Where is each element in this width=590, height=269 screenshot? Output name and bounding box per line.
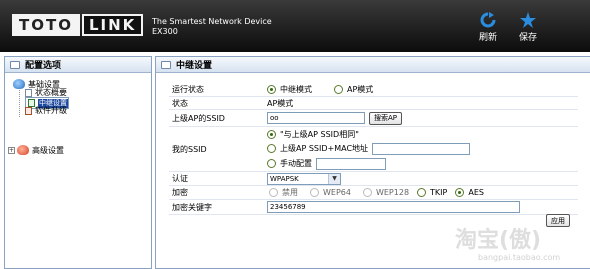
my-ssid-label: 我的SSID	[172, 144, 207, 154]
enc-disabled-label: 禁用	[282, 188, 298, 197]
key-input[interactable]: 23456789	[267, 201, 520, 213]
run-status-label: 运行状态	[172, 85, 204, 94]
ssid-manual-input[interactable]	[316, 157, 386, 170]
save-button[interactable]: 保存	[510, 12, 546, 43]
tagline: The Smartest Network Device EX300	[152, 17, 272, 37]
nav-tree: 基础设置 状态概要 中继设置 软件升级 + 高级设置	[5, 73, 151, 155]
run-status-row: 运行状态 中继模式 AP模式	[169, 83, 578, 97]
model-name: EX300	[152, 27, 178, 36]
window-icon	[161, 60, 171, 69]
ap-mode-label: AP模式	[347, 85, 374, 94]
relay-mode-radio[interactable]	[267, 85, 276, 94]
app-header: TOTO LINK The Smartest Network Device EX…	[0, 0, 590, 52]
ssid-manual-radio[interactable]	[267, 159, 276, 168]
ssid-same-radio[interactable]	[267, 129, 276, 139]
ssid-mac-input[interactable]	[372, 142, 471, 155]
chevron-down-icon: ▼	[328, 173, 340, 184]
status-row: 状态 AP模式	[169, 97, 578, 110]
tree-advanced-settings[interactable]: + 高级设置	[8, 145, 64, 155]
enc-wep128-label: WEP128	[375, 188, 410, 197]
logo-left: TOTO	[12, 14, 80, 36]
refresh-button[interactable]: 刷新	[470, 12, 506, 43]
star-icon	[520, 12, 536, 28]
search-ap-button[interactable]: 搜索AP	[369, 111, 403, 125]
ssid-mac-label: 上级AP SSID+MAC地址	[280, 144, 369, 153]
tagline-text: The Smartest Network Device	[152, 17, 272, 26]
ssid-manual-label: 手动配置	[280, 159, 312, 168]
sidebar-item-label: 状态概要	[35, 88, 67, 97]
auth-label: 认证	[172, 174, 188, 183]
globe-icon	[13, 79, 25, 89]
status-value: AP模式	[267, 98, 294, 108]
enc-disabled-radio[interactable]	[269, 188, 278, 197]
auth-row: 认证 WPAPSK ▼	[169, 172, 578, 186]
auth-select[interactable]: WPAPSK ▼	[267, 172, 341, 185]
sidebar: 配置选项 基础设置 状态概要 中继设置 软件升级 + 高级设置	[4, 56, 152, 269]
sidebar-item-upgrade[interactable]: 软件升级	[25, 106, 67, 115]
sidebar-item-label: 软件升级	[35, 106, 67, 115]
enc-wep64-label: WEP64	[323, 188, 351, 197]
save-label: 保存	[518, 33, 537, 43]
refresh-label: 刷新	[478, 33, 497, 43]
ssid-mac-radio[interactable]	[267, 144, 276, 153]
page-icon	[25, 88, 32, 97]
upper-ssid-label: 上级AP的SSID	[172, 113, 225, 123]
enc-aes-label: AES	[468, 188, 484, 197]
main-title-text: 中继设置	[176, 61, 213, 71]
window-icon	[10, 60, 20, 69]
refresh-icon	[480, 12, 496, 28]
enc-aes-radio[interactable]	[455, 188, 465, 197]
status-label: 状态	[172, 98, 188, 108]
relay-mode-label: 中继模式	[280, 85, 312, 94]
encryption-row: 加密 禁用 WEP64 WEP128 TKIP AES	[169, 186, 578, 200]
upgrade-icon	[25, 106, 32, 115]
upper-ssid-input[interactable]: oo	[267, 112, 365, 124]
enc-wep128-radio[interactable]	[362, 188, 372, 197]
upper-ssid-row: 上级AP的SSID oo 搜索AP	[169, 110, 578, 127]
ssid-same-label: "与上级AP SSID相同"	[280, 129, 359, 139]
advanced-settings-label: 高级设置	[32, 145, 64, 155]
encryption-label: 加密	[172, 188, 188, 197]
main-title: 中继设置	[156, 57, 590, 73]
enc-tkip-radio[interactable]	[417, 188, 427, 197]
apply-button[interactable]: 应用	[546, 214, 570, 227]
logo-right: LINK	[81, 14, 144, 36]
key-label: 加密关键字	[172, 202, 212, 212]
sidebar-title: 配置选项	[5, 57, 151, 73]
ap-mode-radio[interactable]	[334, 85, 343, 94]
globe-icon	[17, 145, 29, 155]
enc-tkip-label: TKIP	[430, 188, 448, 197]
sidebar-item-status[interactable]: 状态概要	[25, 88, 67, 97]
key-row: 加密关键字 23456789	[169, 200, 578, 215]
expand-icon[interactable]: +	[8, 146, 15, 154]
sidebar-title-text: 配置选项	[25, 61, 62, 71]
totolink-logo: TOTO LINK	[12, 14, 144, 36]
enc-wep64-radio[interactable]	[310, 188, 319, 197]
my-ssid-row: 我的SSID "与上级AP SSID相同" 上级AP SSID+MAC地址 手动…	[169, 127, 578, 172]
auth-select-value: WPAPSK	[270, 174, 299, 183]
watermark: 淘宝(傲)	[455, 228, 542, 253]
watermark-url: bangpai.taobao.com	[478, 253, 561, 262]
